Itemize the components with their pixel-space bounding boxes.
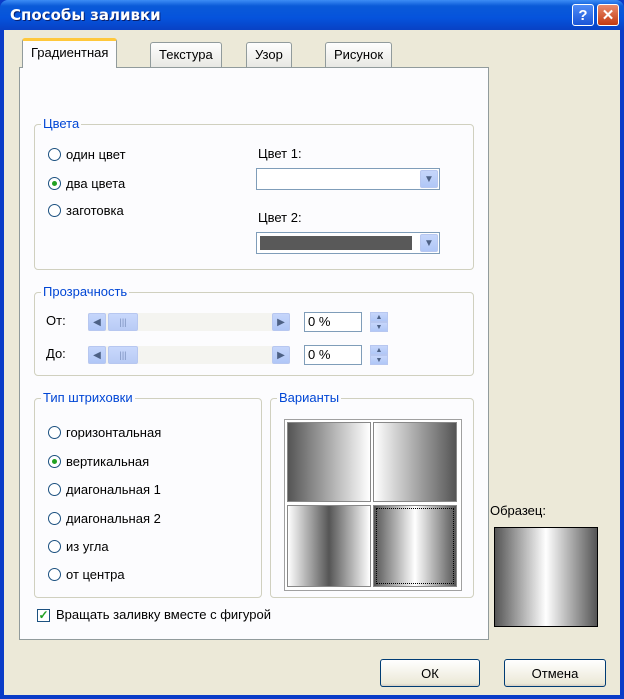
color2-combo[interactable]: ▼ [256,232,440,254]
radio-dot[interactable] [48,540,61,553]
variant-2[interactable] [373,422,457,502]
chevron-down-icon[interactable]: ▼ [420,170,438,188]
radio-preset-label: заготовка [66,203,124,218]
radio-from-center[interactable]: от центра [48,567,125,582]
radio-one-color[interactable]: один цвет [48,147,126,162]
scroll-right-icon[interactable]: ▶ [272,346,290,364]
slider-thumb[interactable]: ||| [108,313,138,331]
radio-horizontal[interactable]: горизонтальная [48,425,161,440]
variant-3[interactable] [287,505,371,587]
tab-picture[interactable]: Рисунок [325,42,393,68]
radio-two-colors-dot[interactable] [48,177,61,190]
close-icon: ✕ [601,7,615,24]
window-title: Способы заливки [10,6,161,24]
radio-diagonal-1-label: диагональная 1 [66,482,161,497]
rotate-checkbox[interactable]: ✓ [37,609,50,622]
tab-texture[interactable]: Текстура [150,42,222,68]
radio-from-corner[interactable]: из угла [48,539,109,554]
variants-grid [284,419,462,591]
radio-dot[interactable] [48,512,61,525]
colors-legend: Цвета [41,116,82,131]
radio-diagonal-2-label: диагональная 2 [66,511,161,526]
tab-picture-label: Рисунок [334,47,384,62]
from-value-field[interactable]: 0 % [304,312,362,332]
transparency-legend: Прозрачность [41,284,130,299]
radio-from-center-label: от центра [66,567,125,582]
radio-dot[interactable] [48,426,61,439]
tab-gradient[interactable]: Градиентная [22,38,118,68]
hatch-legend: Тип штриховки [41,390,135,405]
help-button[interactable]: ? [572,4,594,26]
scroll-left-icon[interactable]: ◀ [88,346,106,364]
variant-4[interactable] [373,505,457,587]
sample-label: Образец: [490,503,546,518]
color1-label: Цвет 1: [258,146,302,161]
cancel-button[interactable]: Отмена [504,659,606,687]
radio-vertical[interactable]: вертикальная [48,454,149,469]
radio-vertical-label: вертикальная [66,454,150,469]
slider-thumb[interactable]: ||| [108,346,138,364]
help-icon: ? [578,6,588,24]
color1-combo[interactable]: ▼ [256,168,440,190]
radio-one-color-dot[interactable] [48,148,61,161]
to-slider[interactable]: ◀ ||| ▶ [88,346,290,364]
radio-preset-dot[interactable] [48,204,61,217]
spin-down-icon[interactable]: ▼ [370,355,388,365]
close-button[interactable]: ✕ [597,4,619,26]
rotate-checkbox-label[interactable]: Вращать заливку вместе с фигурой [56,607,271,622]
radio-diagonal-1[interactable]: диагональная 1 [48,482,161,497]
tab-pattern-label: Узор [255,47,283,62]
radio-two-colors-label: два цвета [66,176,126,191]
variants-legend: Варианты [277,390,342,405]
to-spinner[interactable]: ▲ ▼ [370,345,388,365]
sample-preview [494,527,598,627]
spin-up-icon[interactable]: ▲ [370,345,388,355]
radio-from-corner-label: из угла [66,539,109,554]
from-spinner[interactable]: ▲ ▼ [370,312,388,332]
tab-gradient-label: Градиентная [31,45,109,60]
scroll-left-icon[interactable]: ◀ [88,313,106,331]
radio-dot[interactable] [48,568,61,581]
color2-label: Цвет 2: [258,210,302,225]
spin-up-icon[interactable]: ▲ [370,312,388,322]
radio-dot[interactable] [48,455,61,468]
radio-preset[interactable]: заготовка [48,203,124,218]
scroll-right-icon[interactable]: ▶ [272,313,290,331]
tab-texture-label: Текстура [159,47,213,62]
radio-horizontal-label: горизонтальная [66,425,162,440]
to-label: До: [46,346,66,361]
from-label: От: [46,313,66,328]
chevron-down-icon[interactable]: ▼ [420,234,438,252]
tab-pattern[interactable]: Узор [246,42,292,68]
to-value-field[interactable]: 0 % [304,345,362,365]
radio-diagonal-2[interactable]: диагональная 2 [48,511,161,526]
radio-dot[interactable] [48,483,61,496]
variant-1[interactable] [287,422,371,502]
title-bar[interactable]: Способы заливки ? ✕ [0,0,624,30]
ok-button[interactable]: ОК [380,659,480,687]
from-slider[interactable]: ◀ ||| ▶ [88,313,290,331]
radio-two-colors[interactable]: два цвета [48,176,125,191]
spin-down-icon[interactable]: ▼ [370,322,388,332]
color2-swatch [260,236,412,250]
radio-one-color-label: один цвет [66,147,126,162]
